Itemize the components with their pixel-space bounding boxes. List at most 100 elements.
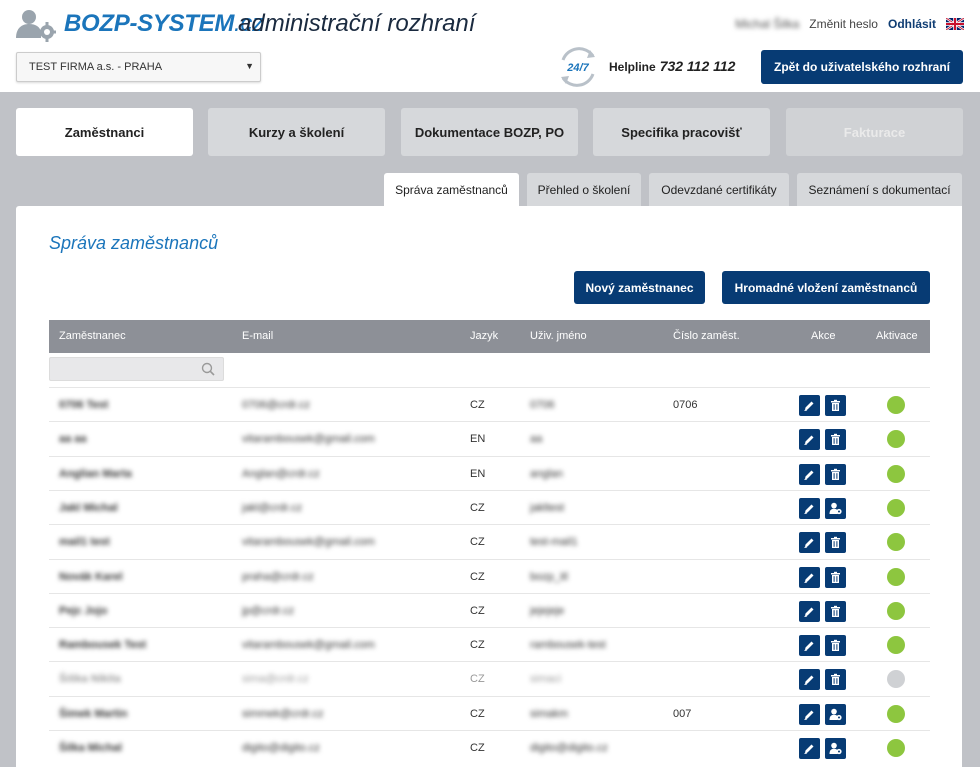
delete-icon (831, 536, 840, 549)
delete-button[interactable] (825, 566, 846, 588)
user-settings-button[interactable] (825, 703, 846, 725)
employee-number: 0706 (673, 399, 698, 411)
activation-status-indicator[interactable] (887, 498, 905, 517)
activation-status-indicator[interactable] (887, 636, 905, 655)
employee-username: test-mail1 (530, 536, 578, 549)
change-password-link[interactable]: Změnit heslo (809, 17, 878, 31)
user-name[interactable]: Michal Šilka (735, 17, 799, 31)
delete-button[interactable] (825, 429, 846, 451)
edit-button[interactable] (799, 463, 820, 485)
bulk-insert-employees-button[interactable]: Hromadné vložení zaměstnanců (722, 271, 930, 304)
main-tab-workplace-specifics[interactable]: Specifika pracovišť (593, 108, 770, 156)
activation-status-indicator[interactable] (887, 430, 905, 449)
edit-icon (804, 470, 814, 480)
employee-name[interactable]: aa aa (59, 433, 87, 445)
back-to-user-interface-button[interactable]: Zpět do uživatelského rozhraní (761, 50, 963, 84)
users-gear-logo-icon (16, 10, 56, 42)
user-settings-icon (829, 502, 842, 514)
employee-name[interactable]: Šiška Nikita (59, 673, 121, 685)
column-email[interactable]: E-mail (242, 330, 273, 342)
table-row[interactable]: mail1 test vitarambousek@gmail.com CZ test-… (49, 524, 930, 558)
table-row[interactable]: Šiška Nikita sima@crdr.cz CZ simaci (49, 661, 930, 695)
activation-status-indicator[interactable] (887, 739, 905, 757)
edit-icon (804, 641, 814, 652)
employee-language: CZ (470, 639, 485, 652)
column-language[interactable]: Jazyk (470, 330, 498, 342)
employee-filter-input[interactable] (49, 357, 224, 381)
new-employee-button[interactable]: Nový zaměstnanec (574, 271, 705, 304)
employee-email: 0706@crdr.cz (242, 399, 311, 411)
user-settings-button[interactable] (825, 738, 846, 759)
column-employee[interactable]: Zaměstnanec (59, 330, 126, 342)
edit-button[interactable] (799, 635, 820, 657)
main-tab-documentation[interactable]: Dokumentace BOZP, PO (401, 108, 578, 156)
delete-button[interactable] (825, 600, 846, 622)
edit-icon (804, 710, 814, 720)
activation-status-indicator[interactable] (887, 464, 905, 483)
employee-name[interactable]: mail1 test (59, 536, 110, 548)
edit-button[interactable] (799, 532, 820, 554)
edit-icon (804, 607, 814, 617)
edit-button[interactable] (799, 703, 820, 725)
column-employee-number[interactable]: Číslo zaměst. (673, 330, 740, 342)
activation-status-indicator[interactable] (887, 396, 905, 414)
brand-logo[interactable]: BOZP-SYSTEM.cz (64, 10, 264, 38)
top-links: Michal Šilka Změnit heslo Odhlásit (735, 17, 964, 31)
table-row[interactable]: Šilka Michal digito@digito.cz CZ digito@dig… (49, 730, 930, 764)
helpline-label: Helpline (609, 60, 656, 74)
delete-button[interactable] (825, 532, 846, 554)
edit-icon (804, 401, 814, 411)
column-activation[interactable]: Aktivace (876, 330, 918, 342)
support-247-icon: 24/7 (561, 47, 595, 87)
table-row[interactable]: 0706 Test 0706@crdr.cz CZ 0706 0706 (49, 387, 930, 421)
edit-button[interactable] (799, 497, 820, 519)
sub-tab-training-overview[interactable]: Přehled o školení (527, 173, 641, 206)
employee-name[interactable]: 0706 Test (59, 399, 108, 411)
logout-link[interactable]: Odhlásit (888, 17, 936, 31)
employee-email: vitarambousek@gmail.com (242, 536, 375, 549)
table-row[interactable]: Pejc Jojo jp@crdr.cz CZ jejejeje (49, 592, 930, 627)
sub-tab-certificates[interactable]: Odevzdané certifikáty (649, 173, 789, 206)
employee-name[interactable]: Anglian Marta (59, 468, 132, 480)
activation-status-indicator[interactable] (887, 567, 905, 586)
delete-button[interactable] (825, 635, 846, 657)
edit-button[interactable] (799, 566, 820, 588)
delete-button[interactable] (825, 463, 846, 485)
activation-status-indicator[interactable] (887, 670, 905, 689)
employee-name[interactable]: Novák Karel (59, 571, 123, 583)
main-tab-courses[interactable]: Kurzy a školení (208, 108, 385, 156)
table-row[interactable]: Rambousek Test vitarambousek@gmail.com CZ r… (49, 627, 930, 661)
edit-button[interactable] (799, 600, 820, 622)
employee-name[interactable]: Rambousek Test (59, 639, 146, 651)
column-username[interactable]: Uživ. jméno (530, 330, 587, 342)
table-row[interactable]: Šimek Martin simmek@crdr.cz CZ simakm 007 (49, 695, 930, 730)
employee-name[interactable]: Šimek Martin (59, 708, 127, 720)
activation-status-indicator[interactable] (887, 704, 905, 723)
employee-language: CZ (470, 742, 485, 754)
user-settings-button[interactable] (825, 497, 846, 519)
employee-email: sima@crdr.cz (242, 673, 309, 686)
employee-email: Anglan@crdr.cz (242, 467, 320, 480)
edit-button[interactable] (799, 395, 820, 416)
edit-button[interactable] (799, 669, 820, 691)
table-row[interactable]: Anglian Marta Anglan@crdr.cz EN anglan (49, 455, 930, 490)
delete-button[interactable] (825, 395, 846, 416)
company-select[interactable]: TEST FIRMA a.s. - PRAHA ▼ (16, 52, 261, 82)
activation-status-indicator[interactable] (887, 533, 905, 552)
uk-flag-icon[interactable] (946, 18, 964, 30)
sub-tab-employee-management[interactable]: Správa zaměstnanců (384, 173, 519, 206)
employee-name[interactable]: Pejc Jojo (59, 605, 107, 617)
employee-language: CZ (470, 501, 485, 514)
table-row[interactable]: aa aa vitarambousek@gmail.com EN aa (49, 421, 930, 455)
table-row[interactable]: Jakl Michal jakl@crdr.cz CZ jakltest (49, 489, 930, 524)
employee-number: 007 (673, 707, 692, 720)
table-row[interactable]: Novák Karel praha@crdr.cz CZ bozp_itl (49, 558, 930, 593)
edit-button[interactable] (799, 738, 820, 759)
delete-button[interactable] (825, 669, 846, 691)
employee-name[interactable]: Šilka Michal (59, 742, 122, 754)
edit-button[interactable] (799, 429, 820, 451)
main-tab-employees[interactable]: Zaměstnanci (16, 108, 193, 156)
sub-tab-document-acknowledgement[interactable]: Seznámení s dokumentací (797, 173, 962, 206)
employee-name[interactable]: Jakl Michal (59, 502, 118, 514)
activation-status-indicator[interactable] (887, 601, 905, 620)
